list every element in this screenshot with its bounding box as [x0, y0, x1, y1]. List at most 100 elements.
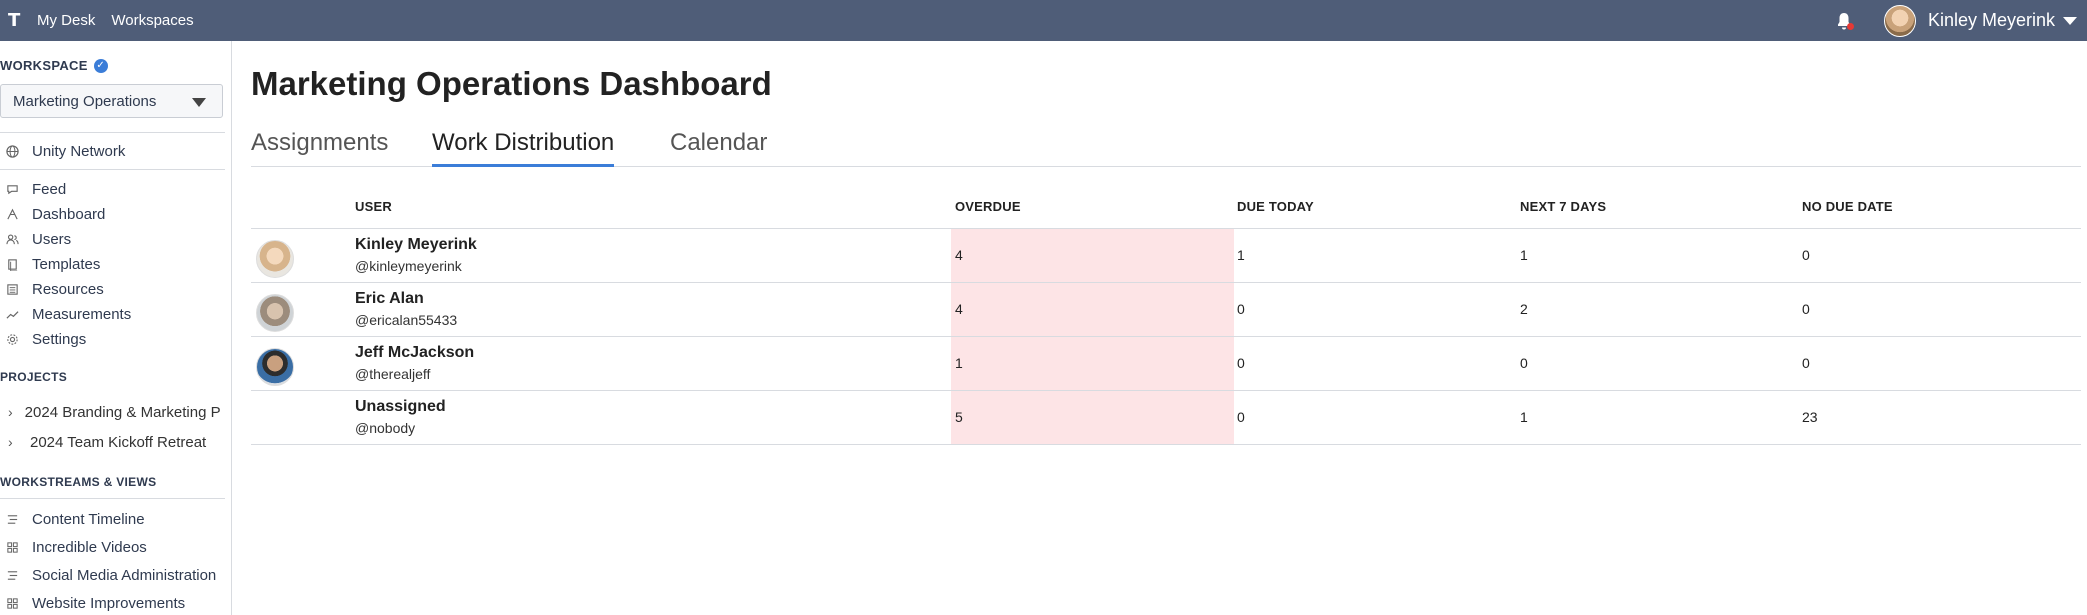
tab-assignments[interactable]: Assignments — [251, 129, 388, 167]
globe-icon — [5, 144, 19, 158]
notification-dot — [1846, 22, 1854, 30]
due-today-count[interactable]: 0 — [1237, 409, 1245, 425]
workspace-label: WORKSPACE ✓ — [0, 58, 108, 73]
grid-icon — [5, 596, 19, 610]
workstreams-label: WORKSTREAMS & VIEWS — [0, 475, 157, 489]
sidebar-item-label: Users — [32, 230, 72, 248]
sidebar-item-label: Resources — [32, 280, 104, 298]
user-name[interactable]: Eric Alan — [355, 290, 424, 308]
tab-bar: Assignments Work Distribution Calendar — [251, 129, 2081, 167]
avatar[interactable] — [256, 348, 294, 386]
timeline-icon — [5, 568, 19, 582]
workstream-label: Website Improvements — [32, 594, 186, 612]
sidebar-item-label: Measurements — [32, 305, 132, 323]
top-bar: T My Desk Workspaces Kinley Meyerink — [0, 0, 2087, 41]
no-due-date-count[interactable]: 0 — [1802, 247, 1810, 263]
user-handle: @therealjeff — [355, 366, 431, 382]
due-today-count[interactable]: 0 — [1237, 355, 1245, 371]
sidebar-item-users[interactable]: Users — [0, 228, 71, 250]
user-name[interactable]: Kinley Meyerink — [355, 236, 477, 254]
project-item-kickoff[interactable]: › 2024 Team Kickoff Retreat — [0, 431, 220, 453]
next-7-days-count[interactable]: 1 — [1520, 409, 1528, 425]
verified-check-icon: ✓ — [93, 58, 108, 73]
col-overdue: OVERDUE — [955, 199, 1021, 214]
user-menu-caret-icon[interactable] — [2063, 16, 2077, 25]
due-today-count[interactable]: 1 — [1237, 247, 1245, 263]
work-distribution-table: USER OVERDUE DUE TODAY NEXT 7 DAYS NO DU… — [251, 190, 2081, 445]
sidebar-item-dashboard[interactable]: Dashboard — [0, 203, 105, 225]
overdue-count[interactable]: 5 — [955, 409, 963, 425]
grid-icon — [5, 540, 19, 554]
avatar[interactable] — [256, 240, 294, 278]
avatar[interactable] — [256, 294, 294, 332]
no-due-date-count[interactable]: 0 — [1802, 301, 1810, 317]
workspace-select-value: Marketing Operations — [13, 92, 157, 110]
top-nav: My Desk Workspaces — [37, 12, 194, 29]
workstream-content-timeline[interactable]: Content Timeline — [0, 508, 145, 530]
workstream-website-improvements[interactable]: Website Improvements — [0, 592, 185, 614]
no-due-date-count[interactable]: 23 — [1802, 409, 1818, 425]
users-icon — [5, 232, 19, 246]
workstream-label: Incredible Videos — [32, 538, 147, 556]
dashboard-icon — [5, 207, 19, 221]
chevron-down-icon — [192, 98, 206, 107]
sidebar-item-feed[interactable]: Feed — [0, 178, 66, 200]
trend-icon — [5, 307, 19, 321]
table-row[interactable]: Eric Alan @ericalan55433 4 0 2 0 — [251, 283, 2081, 337]
overdue-highlight — [951, 337, 1234, 390]
user-handle: @kinleymeyerink — [355, 258, 462, 274]
next-7-days-count[interactable]: 1 — [1520, 247, 1528, 263]
next-7-days-count[interactable]: 2 — [1520, 301, 1528, 317]
overdue-highlight — [951, 283, 1234, 336]
tab-work-distribution[interactable]: Work Distribution — [432, 129, 615, 167]
workspace-select[interactable]: Marketing Operations — [0, 84, 223, 118]
user-area: Kinley Meyerink — [1836, 0, 2087, 41]
table-row[interactable]: Jeff McJackson @therealjeff 1 0 0 0 — [251, 337, 2081, 391]
nav-workspaces[interactable]: Workspaces — [111, 12, 193, 29]
table-row[interactable]: Unassigned @nobody 5 0 1 23 — [251, 391, 2081, 445]
nav-my-desk[interactable]: My Desk — [37, 12, 95, 29]
workstream-social-media[interactable]: Social Media Administration — [0, 564, 216, 586]
divider — [0, 169, 225, 170]
chevron-right-icon[interactable]: › — [8, 404, 13, 420]
page-title: Marketing Operations Dashboard — [251, 65, 772, 102]
workstream-incredible-videos[interactable]: Incredible Videos — [0, 536, 147, 558]
user-name[interactable]: Kinley Meyerink — [1928, 10, 2055, 31]
sidebar-item-label: Feed — [32, 180, 67, 198]
table-row[interactable]: Kinley Meyerink @kinleymeyerink 4 1 1 0 — [251, 229, 2081, 283]
no-due-date-count[interactable]: 0 — [1802, 355, 1810, 371]
project-item-branding[interactable]: › 2024 Branding & Marketing P — [0, 401, 220, 423]
sidebar-item-label: Unity Network — [32, 142, 126, 160]
sidebar-item-label: Templates — [32, 255, 101, 273]
notification-bell-icon[interactable] — [1836, 12, 1854, 30]
tab-calendar[interactable]: Calendar — [670, 129, 767, 167]
project-label: 2024 Branding & Marketing P — [24, 403, 220, 421]
app-logo[interactable]: T — [8, 10, 21, 31]
sidebar-item-label: Dashboard — [32, 205, 106, 223]
sidebar-item-unity-network[interactable]: Unity Network — [0, 140, 125, 162]
due-today-count[interactable]: 0 — [1237, 301, 1245, 317]
sidebar-item-settings[interactable]: Settings — [0, 328, 86, 350]
main-content: Marketing Operations Dashboard Assignmen… — [251, 41, 2087, 615]
overdue-count[interactable]: 1 — [955, 355, 963, 371]
chevron-right-icon[interactable]: › — [8, 434, 18, 450]
user-avatar[interactable] — [1883, 4, 1916, 37]
user-handle: @nobody — [355, 420, 416, 436]
overdue-count[interactable]: 4 — [955, 247, 963, 263]
col-next-7-days: NEXT 7 DAYS — [1520, 199, 1607, 214]
table-header: USER OVERDUE DUE TODAY NEXT 7 DAYS NO DU… — [251, 190, 2081, 229]
col-user: USER — [355, 199, 392, 214]
workstream-label: Social Media Administration — [32, 566, 217, 584]
overdue-count[interactable]: 4 — [955, 301, 963, 317]
overdue-highlight — [951, 391, 1234, 444]
next-7-days-count[interactable]: 0 — [1520, 355, 1528, 371]
overdue-highlight — [951, 229, 1234, 282]
user-name[interactable]: Unassigned — [355, 398, 446, 416]
user-handle: @ericalan55433 — [355, 312, 458, 328]
sidebar-item-templates[interactable]: Templates — [0, 253, 100, 275]
user-name[interactable]: Jeff McJackson — [355, 344, 474, 362]
templates-icon — [5, 257, 19, 271]
sidebar-item-label: Settings — [32, 330, 87, 348]
sidebar-item-measurements[interactable]: Measurements — [0, 303, 131, 325]
sidebar-item-resources[interactable]: Resources — [0, 278, 104, 300]
